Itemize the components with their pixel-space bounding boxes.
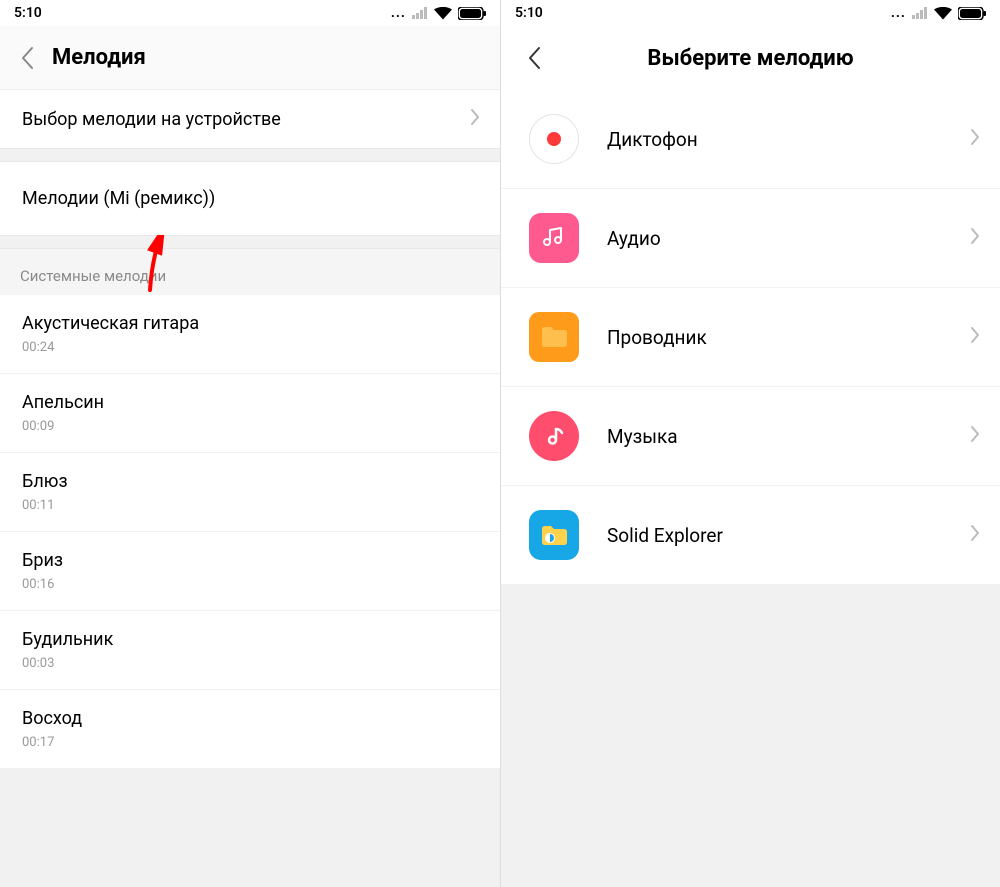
back-button[interactable] [12, 43, 42, 73]
row-device-melody[interactable]: Выбор мелодии на устройстве [0, 90, 500, 148]
chevron-left-icon [20, 46, 34, 70]
app-row-music[interactable]: Музыка [501, 387, 1000, 486]
chevron-right-icon [970, 227, 980, 249]
app-row-explorer[interactable]: Проводник [501, 288, 1000, 387]
row-label: Мелодии (Mi (ремикс)) [22, 188, 215, 209]
melody-duration: 00:09 [22, 419, 104, 434]
app-row-solid-explorer[interactable]: Solid Explorer [501, 486, 1000, 584]
melody-duration: 00:11 [22, 498, 68, 513]
melody-name: Акустическая гитара [22, 313, 199, 334]
battery-icon [458, 7, 486, 20]
chevron-right-icon [970, 326, 980, 348]
row-mi-remix[interactable]: Мелодии (Mi (ремикс)) [0, 162, 500, 235]
system-melody-list: Акустическая гитара 00:24 Апельсин 00:09… [0, 295, 500, 768]
melody-name: Бриз [22, 550, 63, 571]
music-icon [529, 411, 579, 461]
folder-icon [529, 312, 579, 362]
app-label: Диктофон [607, 128, 942, 151]
status-time: 5:10 [14, 5, 42, 21]
list-item[interactable]: Будильник 00:03 [0, 611, 500, 690]
more-icon: ... [391, 5, 406, 21]
melody-name: Восход [22, 708, 82, 729]
audio-icon [529, 213, 579, 263]
phone-left: 5:10 ... Мелодия Выбор мелодии на устрой… [0, 0, 500, 887]
list-item[interactable]: Блюз 00:11 [0, 453, 500, 532]
status-right: ... [891, 5, 986, 21]
battery-icon [958, 7, 986, 20]
content: Выбор мелодии на устройстве Мелодии (Mi … [0, 90, 500, 887]
list-item[interactable]: Акустическая гитара 00:24 [0, 295, 500, 374]
separator [0, 148, 500, 162]
app-row-recorder[interactable]: Диктофон [501, 90, 1000, 189]
chevron-left-icon [527, 46, 541, 70]
header: Мелодия [0, 26, 500, 90]
page-title: Выберите мелодию [647, 46, 853, 71]
header: Выберите мелодию [501, 26, 1000, 90]
page-title: Мелодия [52, 45, 146, 70]
row-label: Выбор мелодии на устройстве [22, 109, 281, 130]
app-label: Аудио [607, 227, 942, 250]
section-title: Системные мелодии [0, 249, 500, 295]
app-picker-list: Диктофон Аудио Проводник [501, 90, 1000, 584]
more-icon: ... [891, 5, 906, 21]
melody-name: Блюз [22, 471, 68, 492]
app-label: Solid Explorer [607, 524, 942, 547]
melody-duration: 00:03 [22, 656, 113, 671]
signal-icon [912, 7, 928, 19]
signal-icon [412, 7, 428, 19]
app-label: Музыка [607, 425, 942, 448]
list-item[interactable]: Бриз 00:16 [0, 532, 500, 611]
chevron-right-icon [970, 128, 980, 150]
status-time: 5:10 [515, 5, 543, 21]
wifi-icon [934, 7, 952, 20]
empty-space [501, 584, 1000, 887]
recorder-icon [529, 114, 579, 164]
content: Диктофон Аудио Проводник [501, 90, 1000, 887]
wifi-icon [434, 7, 452, 20]
phone-right: 5:10 ... Выберите мелодию Дикт [500, 0, 1000, 887]
melody-duration: 00:17 [22, 735, 82, 750]
status-bar: 5:10 ... [501, 0, 1000, 26]
chevron-right-icon [970, 425, 980, 447]
separator [0, 235, 500, 249]
melody-duration: 00:16 [22, 577, 63, 592]
app-row-audio[interactable]: Аудио [501, 189, 1000, 288]
chevron-right-icon [970, 524, 980, 546]
list-item[interactable]: Апельсин 00:09 [0, 374, 500, 453]
solid-explorer-icon [529, 510, 579, 560]
status-right: ... [391, 5, 486, 21]
back-button[interactable] [519, 43, 549, 73]
melody-name: Будильник [22, 629, 113, 650]
melody-name: Апельсин [22, 392, 104, 413]
status-bar: 5:10 ... [0, 0, 500, 26]
chevron-right-icon [470, 108, 480, 130]
list-item[interactable]: Восход 00:17 [0, 690, 500, 768]
melody-duration: 00:24 [22, 340, 199, 355]
app-label: Проводник [607, 326, 942, 349]
